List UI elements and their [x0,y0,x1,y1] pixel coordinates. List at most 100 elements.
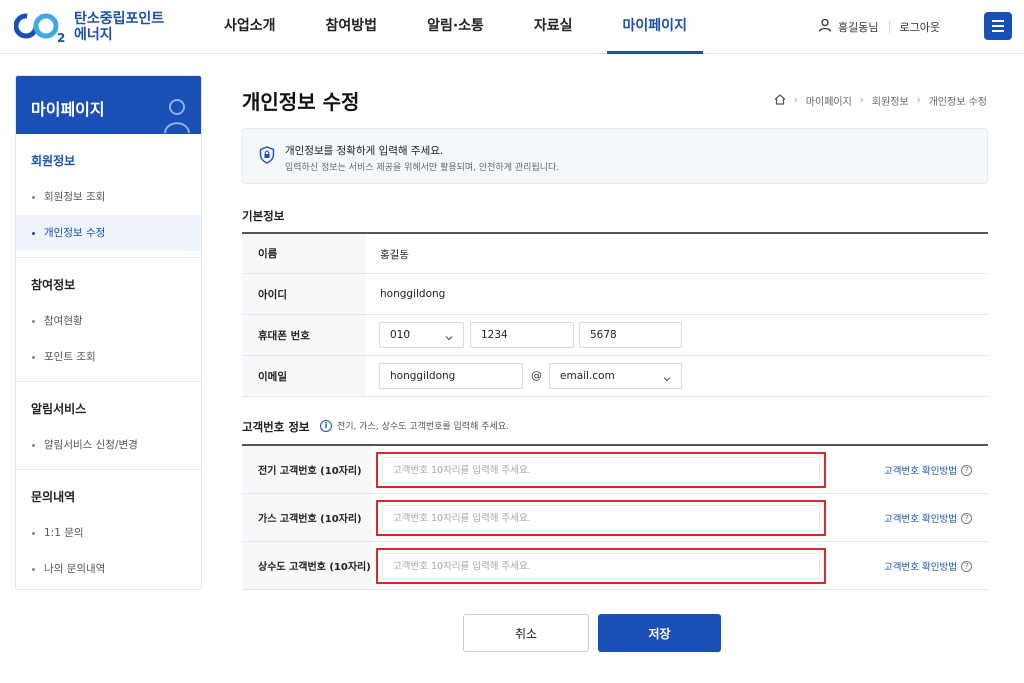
sidebar-item-edit-profile[interactable]: 개인정보 수정 [16,215,201,251]
phone-prefix-value: 010 [390,329,411,341]
hamburger-menu-button[interactable] [984,12,1012,40]
cancel-button[interactable]: 취소 [463,614,589,652]
logo-name-line2: 에너지 [74,27,113,43]
row-name: 이름 홍길동 [242,234,988,274]
logo-name-line1: 탄소중립포인트 [74,11,165,27]
nav-item-resources[interactable]: 자료실 [518,0,589,54]
user-name[interactable]: 홍길동님 [838,19,878,35]
co2-logo-mark: 2 [13,10,66,45]
row-gas-number: 가스 고객번호 (10자리) 고객번호 확인방법 ? [242,494,988,542]
breadcrumb: › 마이페이지 › 회원정보 › 개인정보 수정 [774,93,987,108]
user-icon [818,18,832,35]
info-icon: i [320,419,332,432]
electric-number-input[interactable] [382,457,820,483]
gas-number-field [376,500,826,536]
privacy-notice: 개인정보를 정확하게 입력해 주세요. 입력하신 정보는 서비스 제공을 위해서… [242,128,988,184]
name-value: 홍길동 [380,249,409,261]
nav-item-notice[interactable]: 알림·소통 [411,0,500,54]
help-link-text: 고객번호 확인방법 [884,514,957,525]
chevron-right-icon: › [859,95,864,106]
sidebar-group-title: 회원정보 [31,154,76,168]
phone-label: 휴대폰 번호 [242,315,366,355]
save-button[interactable]: 저장 [598,614,721,652]
sidebar-group-title: 알림서비스 [31,402,87,416]
chevron-down-icon [662,369,672,393]
email-label: 이메일 [242,356,366,396]
breadcrumb-mypage[interactable]: 마이페이지 [806,93,852,108]
sidebar-group-title: 문의내역 [31,490,76,504]
phone-middle-input[interactable]: 1234 [470,322,574,348]
chevron-right-icon: › [793,95,798,106]
sidebar: 마이페이지 회원정보 회원정보 조회 개인정보 수정 참여정보 참여현황 포인트… [15,75,202,590]
basic-info-title: 기본정보 [242,209,285,223]
site-logo[interactable]: 2 탄소중립포인트 에너지 [13,10,164,45]
hamburger-icon-bar [992,25,1004,27]
hamburger-icon-bar [992,30,1004,32]
chevron-right-icon: › [916,95,921,106]
site-header: 2 탄소중립포인트 에너지 사업소개 참여방법 알림·소통 자료실 마이페이지 … [0,0,1024,54]
nav-item-business[interactable]: 사업소개 [208,0,292,54]
sidebar-item-alert-settings[interactable]: 알림서비스 신청/변경 [16,427,201,463]
sidebar-item-one-to-one[interactable]: 1:1 문의 [16,515,201,551]
question-icon: ? [961,464,972,476]
water-help-link[interactable]: 고객번호 확인방법 ? [884,559,972,573]
notice-line2: 입력하신 정보는 서비스 제공을 위해서만 활용되며, 안전하게 관리됩니다. [285,163,560,173]
gas-number-label: 가스 고객번호 (10자리) [242,494,372,541]
main-nav: 사업소개 참여방법 알림·소통 자료실 마이페이지 [208,0,721,54]
water-number-input[interactable] [382,553,820,579]
email-domain-select[interactable]: email.com [549,363,682,389]
row-phone: 휴대폰 번호 010 1234 5678 [242,315,988,356]
nav-item-mypage[interactable]: 마이페이지 [606,0,703,54]
hamburger-icon-bar [992,20,1004,22]
nav-item-participation[interactable]: 참여방법 [310,0,394,54]
electric-number-field [376,452,826,488]
help-link-text: 고객번호 확인방법 [884,562,957,573]
gas-number-input[interactable] [382,505,820,531]
sidebar-header: 마이페이지 [16,76,201,134]
sidebar-group-alerts: 알림서비스 알림서비스 신청/변경 [16,382,201,470]
svg-text:2: 2 [57,31,65,44]
customer-info-hint: i 전기, 가스, 상수도 고객번호를 입력해 주세요. [320,419,509,432]
logout-link[interactable]: 로그아웃 [900,19,940,35]
sidebar-group-participation: 참여정보 참여현황 포인트 조회 [16,258,201,382]
email-local-input[interactable]: honggildong [379,363,523,389]
sidebar-title: 마이페이지 [31,100,105,119]
phone-prefix-select[interactable]: 010 [379,322,464,348]
sidebar-item-member-view[interactable]: 회원정보 조회 [16,179,201,215]
logo-text: 탄소중립포인트 에너지 [74,11,164,43]
sidebar-group-member: 회원정보 회원정보 조회 개인정보 수정 [16,134,201,258]
page-title: 개인정보 수정 [242,90,360,114]
chevron-down-icon [444,328,454,352]
water-number-label: 상수도 고객번호 (10자리) [242,542,372,589]
sidebar-item-my-inquiries[interactable]: 나의 문의내역 [16,551,201,587]
notice-line1: 개인정보를 정확하게 입력해 주세요. [285,145,444,157]
sidebar-item-participation-status[interactable]: 참여현황 [16,303,201,339]
user-area: 홍길동님 로그아웃 [818,18,940,35]
gas-help-link[interactable]: 고객번호 확인방법 ? [884,511,972,525]
help-link-text: 고객번호 확인방법 [884,466,957,477]
customer-info-text: 전기, 가스, 상수도 고객번호를 입력해 주세요. [337,422,509,432]
home-icon[interactable] [774,93,786,108]
id-label: 아이디 [242,274,366,314]
customer-info-title: 고객번호 정보 [242,420,310,434]
name-label: 이름 [242,234,366,273]
shield-lock-icon [259,146,275,167]
question-icon: ? [961,512,972,524]
electric-number-label: 전기 고객번호 (10자리) [242,446,372,493]
electric-help-link[interactable]: 고객번호 확인방법 ? [884,463,972,477]
row-id: 아이디 honggildong [242,274,988,315]
email-at-sign: @ [531,369,542,382]
breadcrumb-member[interactable]: 회원정보 [872,93,909,108]
phone-last-input[interactable]: 5678 [579,322,682,348]
row-email: 이메일 honggildong @ email.com [242,356,988,397]
email-domain-value: email.com [560,370,615,382]
sidebar-item-points[interactable]: 포인트 조회 [16,339,201,375]
sidebar-group-inquiry: 문의내역 1:1 문의 나의 문의내역 [16,470,201,589]
id-value: honggildong [380,288,446,300]
breadcrumb-current: 개인정보 수정 [928,97,987,108]
sidebar-group-title: 참여정보 [31,278,76,292]
user-divider [888,20,890,33]
question-icon: ? [961,560,972,572]
person-icon [163,98,191,138]
row-electric-number: 전기 고객번호 (10자리) 고객번호 확인방법 ? [242,446,988,494]
